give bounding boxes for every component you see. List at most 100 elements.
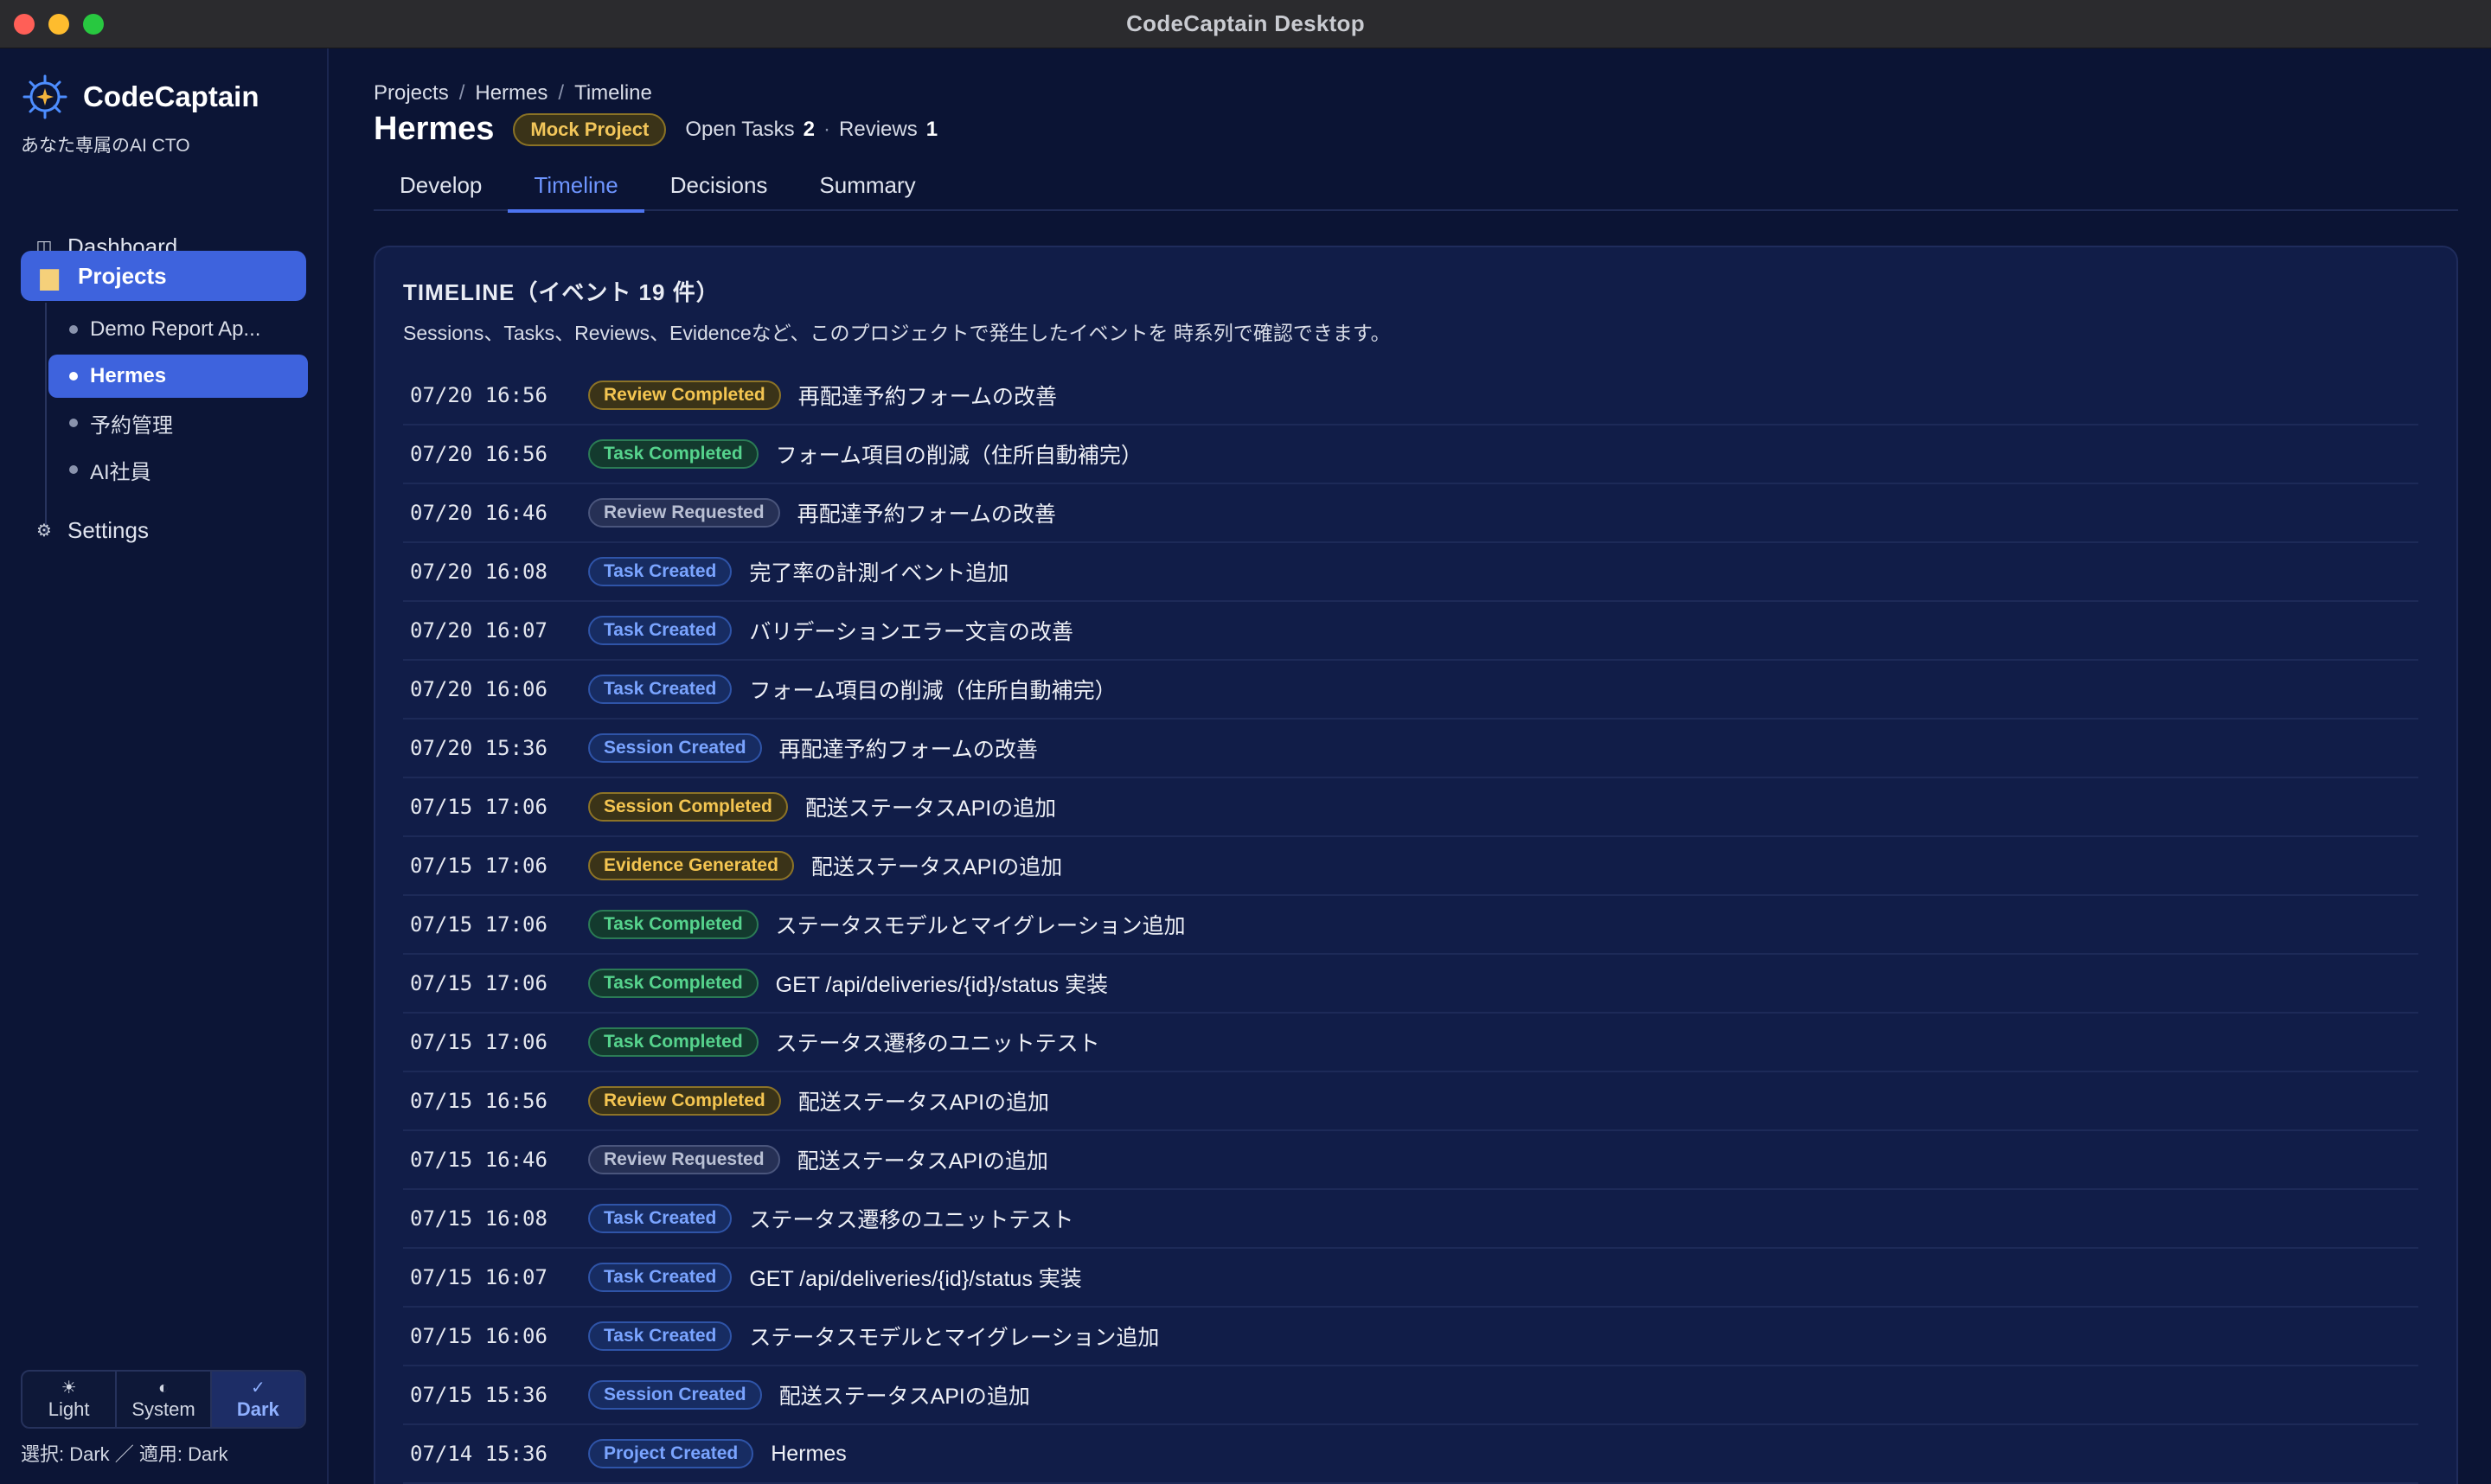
timeline-row: 07/15 16:56 Review Completed 配送ステータスAPIの追加: [403, 1072, 2418, 1131]
event-timestamp: 07/15 17:06: [410, 971, 548, 995]
event-type-badge: Review Completed: [588, 381, 781, 410]
event-type-badge: Task Completed: [588, 439, 759, 469]
project-item-demo-report[interactable]: Demo Report Ap...: [48, 308, 308, 351]
event-title: フォーム項目の削減（住所自動補完）: [749, 679, 1117, 703]
bullet-icon: [69, 325, 78, 334]
event-title: ステータス遷移のユニットテスト: [749, 1208, 1074, 1232]
timeline-row: 07/20 16:07 Task Created バリデーションエラー文言の改善: [403, 602, 2418, 661]
event-timestamp: 07/20 16:56: [410, 383, 548, 407]
project-item-label: AI社員: [90, 460, 151, 484]
timeline-row: 07/20 16:06 Task Created フォーム項目の削減（住所自動補完）: [403, 661, 2418, 720]
window-controls: [14, 14, 104, 35]
event-timestamp: 07/15 17:06: [410, 795, 548, 819]
event-timestamp: 07/15 15:36: [410, 1383, 548, 1407]
timeline-panel: TIMELINE（イベント 19 件） Sessions、Tasks、Revie…: [374, 246, 2458, 1484]
timeline-row: 07/15 17:06 Task Completed GET /api/delive…: [403, 955, 2418, 1014]
breadcrumb: Projects / Hermes / Timeline: [374, 81, 652, 106]
project-item-label: Demo Report Ap...: [90, 317, 261, 341]
check-icon: ✓: [250, 1378, 266, 1398]
separator-dot: ·: [823, 117, 831, 141]
minimize-window-button[interactable]: [48, 14, 69, 35]
event-title: 再配達予約フォームの改善: [797, 385, 1057, 409]
nav-projects[interactable]: ▆ Projects: [21, 251, 306, 301]
theme-option-system[interactable]: ◐ System: [117, 1372, 212, 1427]
event-type-badge: Task Created: [588, 557, 733, 586]
event-type-badge: Project Created: [588, 1439, 754, 1468]
tab-develop[interactable]: Develop: [374, 166, 508, 211]
timeline-row: 07/15 16:07 Task Created GET /api/deliveri…: [403, 1249, 2418, 1308]
event-title: 配送ステータスAPIの追加: [797, 1091, 1050, 1115]
timeline-row: 07/14 15:36 Project Created Hermes: [403, 1425, 2418, 1484]
open-tasks-count: 2: [803, 117, 816, 141]
event-timestamp: 07/15 17:06: [410, 854, 548, 878]
tab-decisions[interactable]: Decisions: [644, 166, 794, 211]
breadcrumb-separator: /: [558, 81, 565, 105]
tab-summary[interactable]: Summary: [793, 166, 941, 211]
event-title: 完了率の計測イベント追加: [749, 561, 1009, 585]
timeline-row: 07/20 16:46 Review Requested 再配達予約フォームの改善: [403, 484, 2418, 543]
event-timestamp: 07/20 16:07: [410, 618, 548, 643]
page-title: Hermes: [374, 111, 495, 147]
timeline-row: 07/15 15:36 Session Created 配送ステータスAPIの追加: [403, 1366, 2418, 1425]
event-title: 再配達予約フォームの改善: [797, 502, 1056, 527]
event-timestamp: 07/15 16:07: [410, 1265, 548, 1289]
event-type-badge: Task Created: [588, 1321, 733, 1351]
tab-timeline[interactable]: Timeline: [508, 166, 645, 213]
event-timestamp: 07/15 16:08: [410, 1206, 548, 1231]
breadcrumb-separator: /: [458, 81, 465, 105]
bullet-icon: [69, 419, 78, 427]
theme-option-label: Light: [48, 1398, 90, 1420]
event-title: ステータス遷移のユニットテスト: [775, 1032, 1100, 1056]
event-type-badge: Evidence Generated: [588, 851, 794, 880]
theme-switch: ☀ Light ◐ System ✓ Dark: [21, 1370, 306, 1429]
event-timestamp: 07/20 16:56: [410, 442, 548, 466]
event-type-badge: Task Completed: [588, 969, 759, 998]
timeline-row: 07/15 16:46 Review Requested 配送ステータスAPIの追加: [403, 1131, 2418, 1190]
event-type-badge: Review Completed: [588, 1086, 781, 1116]
timeline-title: TIMELINE（イベント 19 件）: [403, 279, 720, 305]
event-timestamp: 07/15 17:06: [410, 1030, 548, 1054]
event-title: 配送ステータスAPIの追加: [804, 796, 1057, 821]
project-tabs: Develop Timeline Decisions Summary: [374, 166, 2458, 213]
theme-option-dark[interactable]: ✓ Dark: [211, 1372, 304, 1427]
brand-tagline: あなた専属のAI CTO: [21, 136, 190, 156]
timeline-description: Sessions、Tasks、Reviews、Evidenceなど、このプロジェ…: [403, 322, 1391, 344]
event-title: 再配達予約フォームの改善: [778, 738, 1038, 762]
project-list: Demo Report Ap... Hermes 予約管理 AI社員: [45, 303, 308, 534]
event-type-badge: Session Created: [588, 733, 762, 763]
event-title: ステータスモデルとマイグレーション追加: [749, 1326, 1160, 1350]
event-title: GET /api/deliveries/{id}/status 実装: [775, 973, 1109, 997]
event-timestamp: 07/15 16:56: [410, 1089, 548, 1113]
timeline-row: 07/15 16:06 Task Created ステータスモデルとマイグレーション…: [403, 1308, 2418, 1366]
project-header: Hermes Mock Project Open Tasks 2 · Revie…: [374, 111, 938, 148]
event-title: フォーム項目の削減（住所自動補完）: [775, 444, 1143, 468]
close-window-button[interactable]: [14, 14, 35, 35]
event-title: バリデーションエラー文言の改善: [749, 620, 1073, 644]
event-type-badge: Review Requested: [588, 1145, 780, 1174]
project-item-ai-shain[interactable]: AI社員: [48, 448, 308, 491]
project-item-label: 予約管理: [90, 413, 173, 438]
theme-option-light[interactable]: ☀ Light: [22, 1372, 118, 1427]
event-timestamp: 07/15 16:06: [410, 1324, 548, 1348]
nav-projects-label: Projects: [78, 262, 167, 289]
event-type-badge: Task Created: [588, 675, 733, 704]
project-item-hermes[interactable]: Hermes: [48, 355, 308, 398]
nav-settings[interactable]: ⚙ Settings: [21, 505, 306, 555]
timeline-list: 07/20 16:56 Review Completed 再配達予約フォームの改善 0…: [403, 367, 2418, 1484]
reviews-label: Reviews: [839, 117, 918, 141]
theme-option-label: System: [131, 1398, 195, 1420]
event-type-badge: Task Created: [588, 1263, 733, 1292]
sidebar: CodeCaptain あなた専属のAI CTO ◫ Dashboard ▆ P…: [0, 48, 329, 1484]
event-timestamp: 07/15 17:06: [410, 912, 548, 937]
project-stats: Open Tasks 2 · Reviews 1: [685, 118, 938, 142]
timeline-row: 07/15 17:06 Session Completed 配送ステータスAPIの追…: [403, 778, 2418, 837]
event-timestamp: 07/14 15:36: [410, 1442, 548, 1466]
zoom-window-button[interactable]: [83, 14, 104, 35]
breadcrumb-projects[interactable]: Projects: [374, 81, 449, 106]
event-timestamp: 07/20 16:06: [410, 677, 548, 701]
bullet-icon: [69, 465, 78, 474]
event-timestamp: 07/20 15:36: [410, 736, 548, 760]
project-item-yoyaku[interactable]: 予約管理: [48, 401, 308, 445]
event-title: 配送ステータスAPIの追加: [797, 1149, 1048, 1174]
breadcrumb-hermes[interactable]: Hermes: [475, 81, 548, 106]
